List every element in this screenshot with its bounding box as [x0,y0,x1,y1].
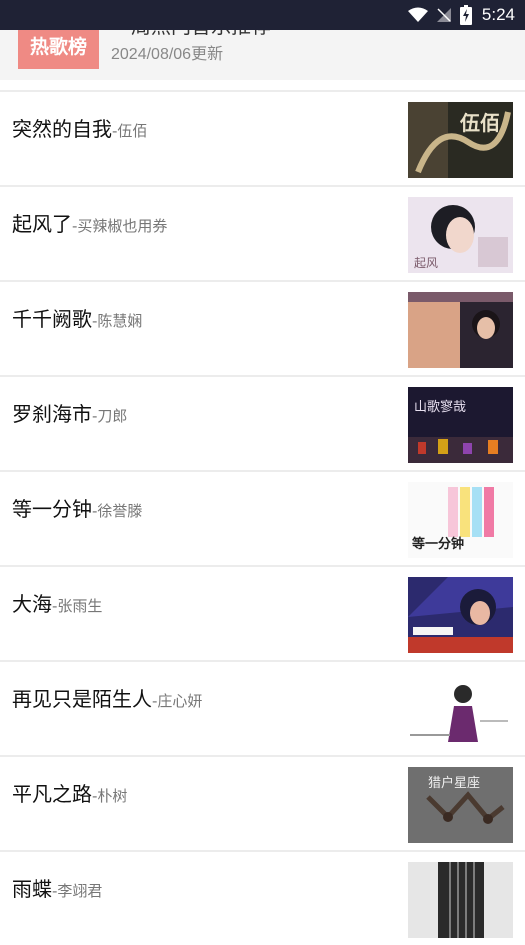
song-title: 平凡之路 [12,782,92,806]
song-text: 突然的自我-伍佰 [12,113,147,142]
album-cover[interactable]: 等一分钟 [408,482,513,558]
song-text: 罗刹海市-刀郎 [12,398,127,427]
album-cover[interactable]: 起风 [408,197,513,273]
song-title: 千千阙歌 [12,307,92,331]
wifi-icon [407,7,428,22]
song-title: 等一分钟 [12,497,92,521]
battery-charging-icon [459,5,472,25]
song-artist: 陈慧娴 [97,312,143,330]
song-row[interactable]: 等一分钟-徐誉滕 等一分钟 [0,470,525,565]
cover-text: 等一分钟 [411,536,464,552]
album-cover[interactable] [408,577,513,653]
song-artist: 张雨生 [57,597,103,615]
song-row[interactable]: 平凡之路-朴树 猎户星座 [0,755,525,850]
album-cover[interactable]: 猎户星座 [408,767,513,843]
cover-text: 山歌寥哉 [414,399,466,415]
cover-text: 起风 [414,256,438,270]
song-title: 起风了 [12,212,72,236]
song-row[interactable]: 大海-张雨生 [0,565,525,660]
cover-text: 猎户星座 [428,775,480,791]
song-row[interactable]: 千千阙歌-陈慧娴 [0,280,525,375]
chart-header: 热歌榜 一周热门音乐推荐 2024/08/06更新 [0,22,525,80]
song-artist: 刀郎 [97,407,128,425]
song-row[interactable]: 突然的自我-伍佰 伍佰 [0,90,525,185]
song-artist: 庄心妍 [157,692,203,710]
status-icons: 5:24 [407,0,515,30]
status-bar: 5:24 [0,0,525,30]
song-row[interactable]: 起风了-买辣椒也用券 起风 [0,185,525,280]
song-text: 雨蝶-李翊君 [12,873,102,902]
album-cover[interactable]: 山歌寥哉 [408,387,513,463]
song-text: 再见只是陌生人-庄心妍 [12,683,202,712]
song-row[interactable]: 罗刹海市-刀郎 山歌寥哉 [0,375,525,470]
song-row[interactable]: 雨蝶-李翊君 [0,850,525,945]
song-title: 突然的自我 [12,117,112,141]
song-text: 等一分钟-徐誉滕 [12,493,142,522]
song-text: 起风了-买辣椒也用券 [12,208,167,237]
album-cover[interactable] [408,862,513,938]
song-artist: 徐誉滕 [97,502,143,520]
song-list: 突然的自我-伍佰 伍佰 起风了-买辣椒也用券 起风 千千阙歌-陈慧娴 罗刹海市-… [0,90,525,945]
status-time: 5:24 [481,5,515,24]
album-cover[interactable] [408,672,513,748]
song-artist: 买辣椒也用券 [77,217,168,235]
song-artist: 李翊君 [57,882,103,900]
song-text: 平凡之路-朴树 [12,778,127,807]
album-cover[interactable] [408,292,513,368]
song-row[interactable]: 再见只是陌生人-庄心妍 [0,660,525,755]
song-text: 大海-张雨生 [12,588,102,617]
update-date: 2024/08/06更新 [111,46,224,63]
song-text: 千千阙歌-陈慧娴 [12,303,142,332]
no-signal-icon [436,8,451,22]
song-artist: 朴树 [97,787,128,805]
song-artist: 伍佰 [117,122,148,140]
song-title: 雨蝶 [12,877,52,901]
song-title: 罗刹海市 [12,402,92,426]
song-title: 再见只是陌生人 [12,687,152,711]
song-title: 大海 [12,592,52,616]
cover-text: 伍佰 [459,111,500,135]
album-cover[interactable]: 伍佰 [408,102,513,178]
